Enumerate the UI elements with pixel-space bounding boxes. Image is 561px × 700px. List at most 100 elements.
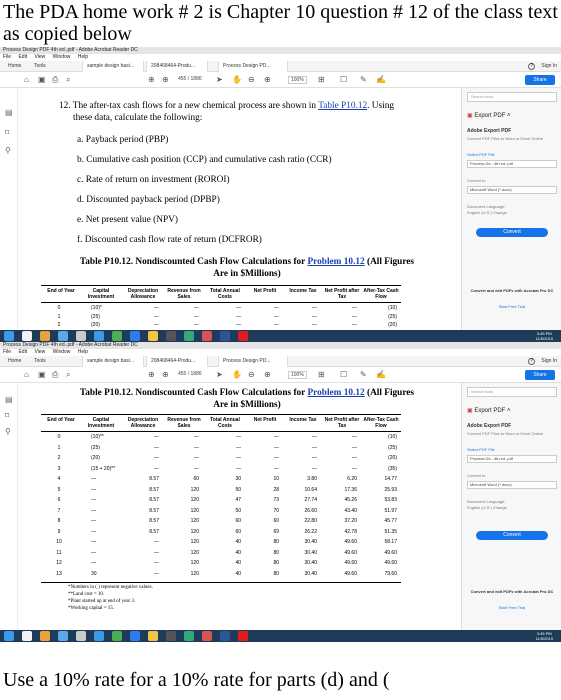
start-icon[interactable] (4, 631, 14, 641)
zoom-select[interactable]: 100% (288, 371, 307, 379)
next-page-icon[interactable]: ⊕ (162, 75, 169, 85)
acrobat-icon[interactable] (238, 331, 248, 341)
menu-edit[interactable]: Edit (18, 54, 27, 60)
help-icon[interactable]: ? (528, 63, 535, 70)
problem-link[interactable]: Problem 10.12 (307, 257, 364, 267)
app-icon[interactable] (76, 631, 86, 641)
menu-window[interactable]: Window (53, 349, 71, 355)
start-trial-link[interactable]: Start Free Trial (467, 304, 557, 309)
convert-button[interactable]: Convert (476, 228, 548, 237)
doc-lang-value[interactable]: English (U.S.) Change (467, 210, 557, 215)
explorer-icon[interactable] (40, 631, 50, 641)
zoom-select[interactable]: 100% (288, 76, 307, 84)
ie-icon[interactable] (94, 331, 104, 341)
zoom-in-icon[interactable]: ⊕ (264, 75, 271, 85)
fit-icon[interactable]: ⊞ (318, 370, 325, 380)
tab-home[interactable]: Home (4, 61, 25, 72)
help-icon[interactable]: ? (528, 358, 535, 365)
tab-doc-3[interactable]: Process Design PD... (218, 356, 288, 367)
mail-icon[interactable] (58, 331, 68, 341)
menu-file[interactable]: File (3, 349, 11, 355)
taskview-icon[interactable] (22, 331, 32, 341)
next-page-icon[interactable]: ⊕ (162, 370, 169, 380)
share-button[interactable]: Share (525, 370, 555, 380)
tab-tools[interactable]: Tools (30, 356, 50, 367)
photos-icon[interactable] (148, 631, 158, 641)
comment-icon[interactable]: ☐ (340, 75, 347, 85)
search-icon[interactable]: ⌕ (66, 370, 70, 380)
chrome-icon[interactable] (112, 331, 122, 341)
zoom-out-icon[interactable]: ⊖ (248, 370, 255, 380)
pen-icon[interactable]: ✎ (360, 75, 367, 85)
select-pdf-file[interactable]: Select PDF File (467, 152, 557, 157)
format-select[interactable]: Microsoft Word (*.docx) (467, 481, 557, 489)
word-icon[interactable] (220, 631, 230, 641)
word-icon[interactable] (220, 331, 230, 341)
save-icon[interactable]: ▣ (38, 75, 46, 85)
powerpoint-icon[interactable] (202, 331, 212, 341)
export-pdf-tool[interactable]: ▣ Export PDF ˄ (467, 407, 511, 414)
pen-icon[interactable]: ✎ (360, 370, 367, 380)
tab-doc-2[interactable]: 208468464-Produ... (146, 356, 208, 367)
settings-icon[interactable] (166, 331, 176, 341)
select-icon[interactable]: ➤ (216, 370, 223, 380)
ie-icon[interactable] (94, 631, 104, 641)
photos-icon[interactable] (148, 331, 158, 341)
search-icon[interactable]: ⌕ (66, 75, 70, 85)
acrobat-icon[interactable] (238, 631, 248, 641)
explorer-icon[interactable] (40, 331, 50, 341)
app2-icon[interactable] (184, 331, 194, 341)
tab-tools[interactable]: Tools (30, 61, 50, 72)
select-icon[interactable]: ➤ (216, 75, 223, 85)
page-thumbnails-icon[interactable]: ▤ (5, 108, 13, 117)
problem-link[interactable]: Problem 10.12 (307, 388, 364, 398)
table-link[interactable]: Table P10.12 (318, 101, 367, 111)
attachment-icon[interactable]: ⚲ (5, 427, 11, 436)
tab-home[interactable]: Home (4, 356, 25, 367)
prev-page-icon[interactable]: ⊕ (148, 75, 155, 85)
taskview-icon[interactable] (22, 631, 32, 641)
menu-view[interactable]: View (34, 54, 45, 60)
home-icon[interactable]: ⌂ (24, 370, 29, 380)
sign-icon[interactable]: ✍ (376, 370, 386, 380)
settings-icon[interactable] (166, 631, 176, 641)
select-pdf-file[interactable]: Select PDF File (467, 447, 557, 452)
bookmark-icon[interactable]: ⌑ (5, 411, 9, 420)
mail-icon[interactable] (58, 631, 68, 641)
tab-doc-1[interactable]: sample design basi... (82, 356, 144, 367)
tab-doc-1[interactable]: sample design basi... (82, 61, 144, 72)
page-indicator[interactable]: 455 / 1886 (178, 371, 202, 377)
print-icon[interactable]: ⎙ (52, 370, 58, 380)
menu-view[interactable]: View (34, 349, 45, 355)
sign-icon[interactable]: ✍ (376, 75, 386, 85)
prev-page-icon[interactable]: ⊕ (148, 370, 155, 380)
zoom-in-icon[interactable]: ⊕ (264, 370, 271, 380)
menu-window[interactable]: Window (53, 54, 71, 60)
app2-icon[interactable] (184, 631, 194, 641)
save-icon[interactable]: ▣ (38, 370, 46, 380)
share-button[interactable]: Share (525, 75, 555, 85)
convert-button[interactable]: Convert (476, 531, 548, 540)
attachment-icon[interactable]: ⚲ (5, 146, 11, 155)
print-icon[interactable]: ⎙ (52, 75, 58, 85)
menu-help[interactable]: Help (78, 54, 88, 60)
doc-lang-value[interactable]: English (U.S.) Change (467, 505, 557, 510)
hand-icon[interactable]: ✋ (232, 75, 242, 85)
bookmark-icon[interactable]: ⌑ (5, 128, 9, 137)
menu-edit[interactable]: Edit (18, 349, 27, 355)
sign-in-button[interactable]: Sign In (541, 356, 557, 367)
app-icon[interactable] (76, 331, 86, 341)
store-icon[interactable] (130, 631, 140, 641)
tool-search-input[interactable]: Search tools (467, 387, 557, 397)
fit-icon[interactable]: ⊞ (318, 75, 325, 85)
page-thumbnails-icon[interactable]: ▤ (5, 395, 13, 404)
chrome-icon[interactable] (112, 631, 122, 641)
start-icon[interactable] (4, 331, 14, 341)
hand-icon[interactable]: ✋ (232, 370, 242, 380)
start-trial-link[interactable]: Start Free Trial (467, 605, 557, 610)
sign-in-button[interactable]: Sign In (541, 61, 557, 72)
comment-icon[interactable]: ☐ (340, 370, 347, 380)
page-indicator[interactable]: 455 / 1886 (178, 76, 202, 82)
store-icon[interactable] (130, 331, 140, 341)
home-icon[interactable]: ⌂ (24, 75, 29, 85)
